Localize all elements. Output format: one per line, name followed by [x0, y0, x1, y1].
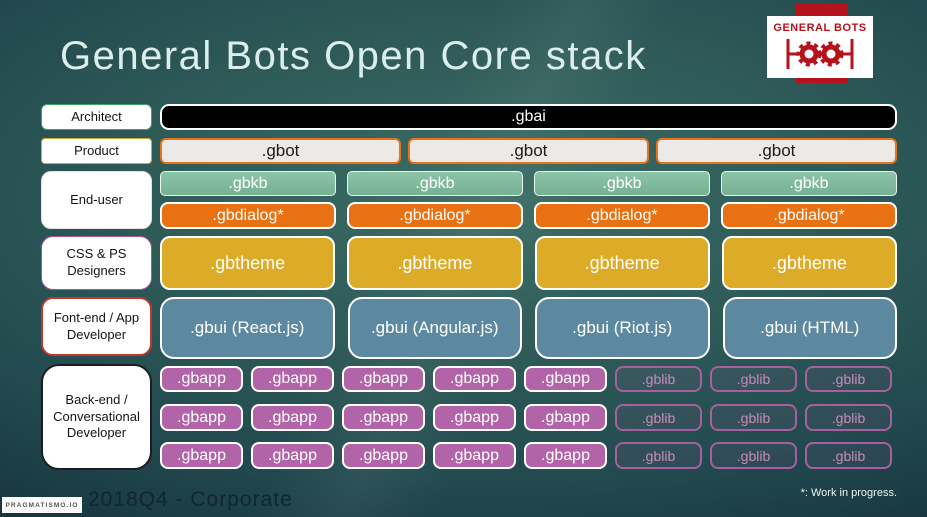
role-label-text: End-user — [70, 191, 123, 207]
gbapp-box: .gbapp — [524, 366, 607, 392]
row-backend-2: .gbapp .gbapp .gbapp .gbapp .gbapp .gbli… — [160, 404, 897, 431]
row-gbai: .gbai — [160, 104, 897, 130]
gbkb-box: .gbkb — [721, 171, 897, 196]
gbapp-box: .gbapp — [524, 404, 607, 431]
gbapp-box: .gbapp — [251, 442, 334, 469]
gbtheme-box: .gbtheme — [347, 236, 523, 290]
gblib-box: .gblib — [615, 442, 702, 469]
row-gbkb: .gbkb .gbkb .gbkb .gbkb — [160, 171, 897, 196]
gbot-box: .gbot — [160, 138, 401, 164]
role-label-line: CSS & PS — [66, 246, 127, 262]
role-label-line: Developer — [66, 425, 127, 441]
gbkb-box: .gbkb — [160, 171, 336, 196]
gbapp-box: .gbapp — [433, 404, 516, 431]
gblib-box: .gblib — [615, 404, 702, 431]
role-label-frontend: Font-end / App Developer — [41, 297, 152, 356]
gbapp-box: .gbapp — [251, 404, 334, 431]
role-label-backend: Back-end / Conversational Developer — [41, 364, 152, 470]
gblib-box: .gblib — [805, 404, 892, 431]
general-bots-logo: GENERAL BOTS — [767, 16, 873, 78]
slide-canvas: General Bots Open Core stack GENERAL BOT… — [0, 0, 927, 517]
gbui-box: .gbui (Angular.js) — [347, 297, 522, 359]
gblib-box: .gblib — [710, 366, 797, 392]
page-title: General Bots Open Core stack — [60, 34, 647, 78]
gbapp-box: .gbapp — [160, 404, 243, 431]
gbot-box: .gbot — [408, 138, 649, 164]
role-label-line: Developer — [66, 326, 127, 342]
gbapp-box: .gbapp — [160, 442, 243, 469]
footer-caption: 2018Q4 - Corporate — [88, 488, 293, 511]
row-backend-1: .gbapp .gbapp .gbapp .gbapp .gbapp .gbli… — [160, 366, 897, 392]
row-gbtheme: .gbtheme .gbtheme .gbtheme .gbtheme — [160, 236, 897, 290]
role-label-line: Back-end / — [65, 391, 128, 407]
role-label-architect: Architect — [41, 104, 152, 130]
role-label-product: Product — [41, 138, 152, 164]
gblib-box: .gblib — [805, 442, 892, 469]
gbdialog-box: .gbdialog* — [721, 202, 897, 229]
gbtheme-box: .gbtheme — [160, 236, 336, 290]
gbtheme-box: .gbtheme — [534, 236, 710, 290]
gbapp-box: .gbapp — [342, 366, 425, 392]
role-label-line: Designers — [67, 263, 126, 278]
gbui-box: .gbui (React.js) — [160, 297, 335, 359]
logo-brand-text: GENERAL BOTS — [773, 22, 867, 34]
work-in-progress-footnote: *: Work in progress. — [800, 487, 897, 499]
role-label-designers: CSS & PS Designers — [41, 236, 152, 290]
gbot-box: .gbot — [656, 138, 897, 164]
gbapp-box: .gbapp — [524, 442, 607, 469]
gbdialog-box: .gbdialog* — [347, 202, 523, 229]
role-label-end-user: End-user — [41, 171, 152, 229]
row-gbot: .gbot .gbot .gbot — [160, 138, 897, 164]
gbapp-box: .gbapp — [342, 442, 425, 469]
role-label-line: Conversational — [53, 408, 140, 424]
gbapp-box: .gbapp — [433, 366, 516, 392]
gbkb-box: .gbkb — [347, 171, 523, 196]
row-gbdialog: .gbdialog* .gbdialog* .gbdialog* .gbdial… — [160, 202, 897, 229]
role-label-line: Font-end / App — [53, 309, 140, 325]
role-label-text: Architect — [71, 108, 122, 124]
gblib-box: .gblib — [710, 404, 797, 431]
gbai-box: .gbai — [160, 104, 897, 130]
pragmatismo-badge: PRAGMATISMO.IO — [2, 497, 82, 513]
gblib-box: .gblib — [710, 442, 797, 469]
gblib-box: .gblib — [615, 366, 702, 392]
gbapp-box: .gbapp — [433, 442, 516, 469]
gbapp-box: .gbapp — [251, 366, 334, 392]
gears-icon — [786, 39, 854, 69]
row-backend-3: .gbapp .gbapp .gbapp .gbapp .gbapp .gbli… — [160, 442, 897, 469]
gbapp-box: .gbapp — [342, 404, 425, 431]
gbdialog-box: .gbdialog* — [534, 202, 710, 229]
row-gbui: .gbui (React.js) .gbui (Angular.js) .gbu… — [160, 297, 897, 359]
gbtheme-box: .gbtheme — [721, 236, 897, 290]
gbkb-box: .gbkb — [534, 171, 710, 196]
gbui-box: .gbui (Riot.js) — [535, 297, 710, 359]
gbapp-box: .gbapp — [160, 366, 243, 392]
role-label-text: Product — [74, 142, 119, 158]
gblib-box: .gblib — [805, 366, 892, 392]
gbdialog-box: .gbdialog* — [160, 202, 336, 229]
gbui-box: .gbui (HTML) — [722, 297, 897, 359]
